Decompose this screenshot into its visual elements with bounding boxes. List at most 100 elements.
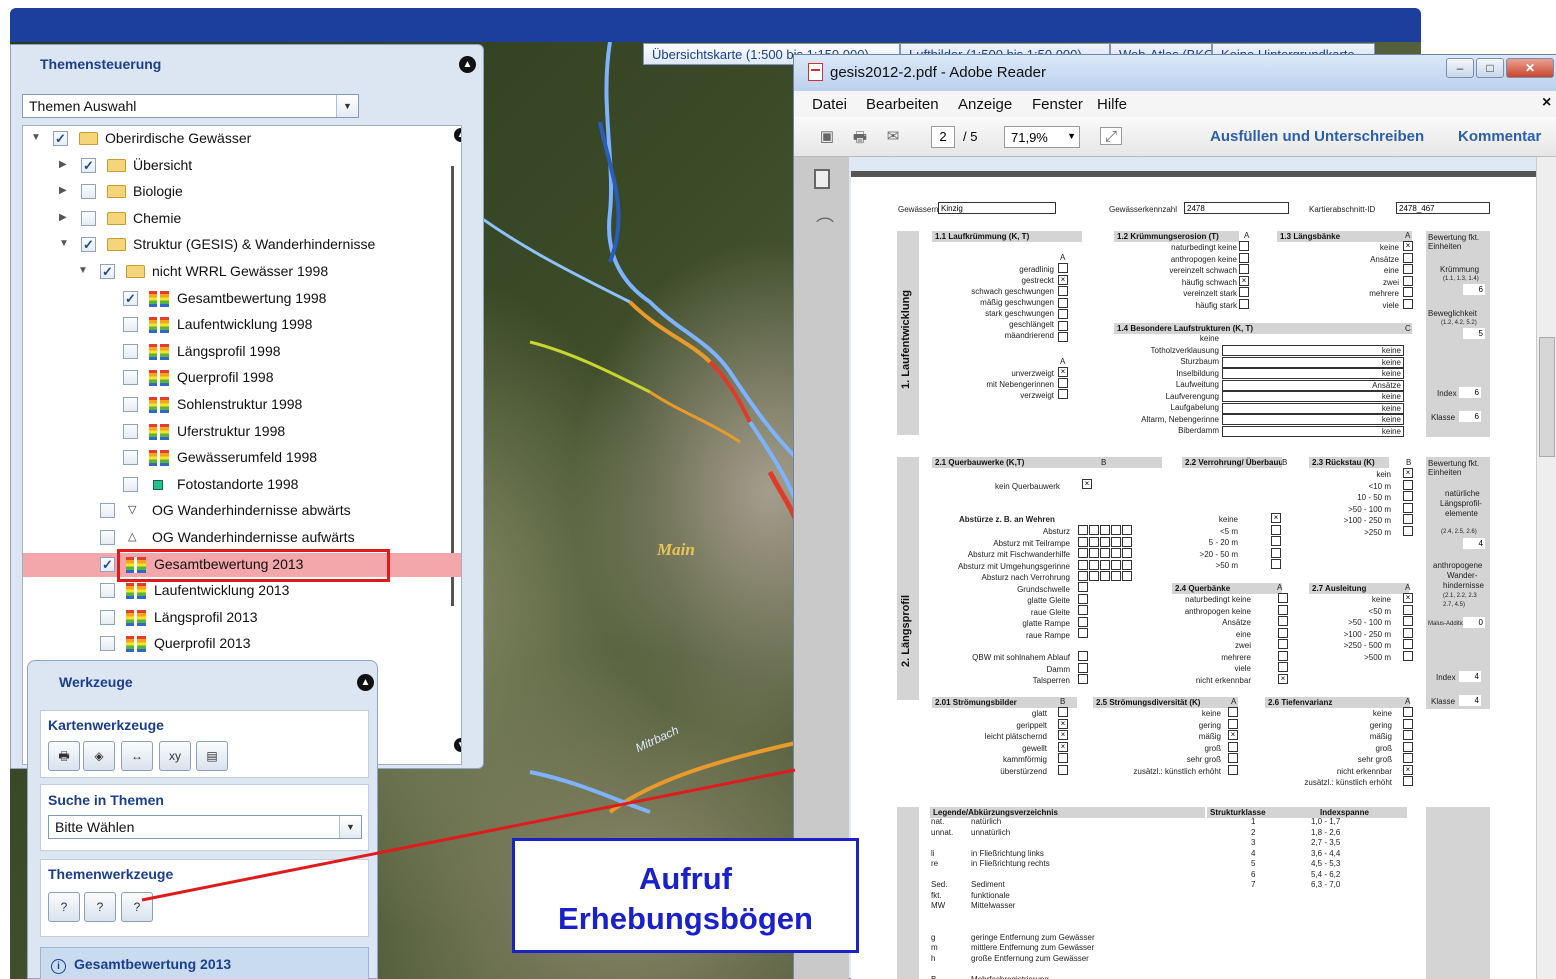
laufstrukturen-value[interactable]: keine	[1222, 414, 1404, 425]
menu-hilfe[interactable]: Hilfe	[1097, 96, 1127, 113]
tree-expand-arrow[interactable]: ▼	[78, 265, 88, 276]
form-checkbox[interactable]	[1403, 741, 1413, 752]
tree-expand-arrow[interactable]: ▼	[31, 132, 41, 143]
tree-row[interactable]: ▶ Chemie	[23, 207, 461, 231]
form-checkbox[interactable]	[1058, 263, 1068, 273]
export-icon[interactable]: ▤	[196, 741, 228, 771]
tree-checkbox[interactable]	[123, 397, 138, 412]
form-checkbox[interactable]	[1078, 582, 1088, 592]
tree-checkbox[interactable]	[123, 450, 138, 466]
form-checkbox[interactable]	[1078, 651, 1088, 661]
form-grid-cell[interactable]	[1089, 559, 1099, 570]
form-checkbox[interactable]: ×	[1058, 718, 1068, 729]
chevron-down-icon[interactable]: ▼	[1067, 131, 1076, 141]
form-checkbox[interactable]	[1078, 674, 1088, 684]
form-grid-cell[interactable]	[1100, 559, 1110, 570]
index-value[interactable]: 6	[1459, 387, 1481, 398]
tree-row[interactable]: Laufentwicklung 1998	[23, 313, 461, 337]
email-icon[interactable]: ✉	[882, 127, 904, 145]
form-checkbox[interactable]	[1228, 718, 1238, 729]
form-checkbox[interactable]	[1403, 514, 1413, 524]
form-checkbox[interactable]	[1403, 616, 1413, 626]
tree-checkbox[interactable]	[100, 503, 115, 519]
form-checkbox[interactable]	[1403, 479, 1413, 490]
form-grid-cell[interactable]	[1122, 548, 1132, 558]
form-grid-cell[interactable]	[1111, 536, 1121, 547]
form-checkbox[interactable]	[1278, 639, 1288, 649]
laufstrukturen-value[interactable]: keine	[1222, 345, 1404, 356]
form-checkbox[interactable]	[1278, 650, 1288, 661]
laufstrukturen-value[interactable]: keine	[1222, 368, 1404, 379]
form-checkbox[interactable]	[1403, 491, 1413, 501]
tree-row[interactable]: ▼ ✓ nicht WRRL Gewässer 1998	[23, 260, 461, 284]
form-checkbox[interactable]	[1403, 639, 1413, 649]
kruemmung-value[interactable]: 6	[1463, 284, 1485, 295]
form-checkbox[interactable]	[1271, 536, 1281, 546]
tree-checkbox[interactable]	[81, 210, 96, 226]
form-checkbox[interactable]	[1228, 707, 1238, 717]
tree-checkbox[interactable]: ✓	[100, 556, 115, 572]
tree-row[interactable]: ▽ OG Wanderhindernisse abwärts	[23, 499, 461, 523]
print-icon[interactable]: 🖶	[48, 741, 80, 771]
form-checkbox[interactable]	[1239, 252, 1249, 263]
form-checkbox[interactable]	[1058, 707, 1068, 717]
tree-row[interactable]: △ OG Wanderhindernisse aufwärts	[23, 526, 461, 550]
beweglichkeit-value[interactable]: 5	[1463, 328, 1485, 339]
tree-expand-arrow[interactable]: ▶	[59, 159, 67, 170]
form-checkbox[interactable]	[1078, 616, 1088, 627]
suche-select[interactable]: Bitte Wählen ▼	[48, 815, 362, 839]
help-icon[interactable]: ?	[48, 892, 80, 922]
form-checkbox[interactable]	[1078, 628, 1088, 638]
form-checkbox[interactable]	[1403, 525, 1413, 536]
form-grid-cell[interactable]	[1100, 536, 1110, 547]
form-checkbox[interactable]	[1403, 502, 1413, 513]
form-grid-cell[interactable]	[1111, 548, 1121, 558]
form-grid-cell[interactable]	[1122, 525, 1132, 535]
form-checkbox[interactable]	[1058, 389, 1068, 399]
form-checkbox[interactable]	[1403, 298, 1413, 309]
form-checkbox[interactable]	[1239, 298, 1249, 309]
laufstrukturen-value[interactable]: keine	[1222, 402, 1404, 414]
tree-row[interactable]: ▶ Biologie	[23, 180, 461, 204]
form-checkbox[interactable]	[1239, 241, 1249, 251]
form-checkbox[interactable]	[1271, 559, 1281, 569]
form-grid-cell[interactable]	[1089, 536, 1099, 547]
form-checkbox[interactable]	[1239, 264, 1249, 274]
form-checkbox[interactable]	[1403, 252, 1413, 263]
tree-expand-arrow[interactable]: ▼	[59, 238, 69, 249]
gewaesserkennzahl-field[interactable]: 2478	[1184, 202, 1289, 214]
form-checkbox[interactable]	[1058, 332, 1068, 342]
tree-checkbox[interactable]	[81, 184, 96, 200]
form-grid-cell[interactable]	[1111, 571, 1121, 581]
form-checkbox[interactable]	[1058, 309, 1068, 319]
form-checkbox[interactable]	[1278, 616, 1288, 626]
tree-row[interactable]: Uferstruktur 1998	[23, 420, 461, 444]
natuerliche-value[interactable]: 4	[1463, 538, 1485, 549]
form-checkbox[interactable]	[1403, 650, 1413, 661]
tree-checkbox[interactable]	[123, 317, 138, 333]
laufstrukturen-value[interactable]: Ansätze	[1222, 379, 1404, 391]
form-checkbox[interactable]	[1058, 378, 1068, 388]
tree-row[interactable]: Querprofil 2013	[23, 632, 461, 656]
tree-checkbox[interactable]	[100, 636, 115, 652]
pages-icon[interactable]	[814, 169, 830, 189]
tree-row[interactable]: ▼ ✓ Struktur (GESIS) & Wanderhindernisse	[23, 233, 461, 257]
form-grid-cell[interactable]	[1089, 571, 1099, 581]
gewaessername-field[interactable]: Kinzig	[938, 202, 1056, 214]
reader-scrollbar[interactable]	[1536, 157, 1556, 979]
form-grid-cell[interactable]	[1078, 571, 1088, 581]
tree-row[interactable]: ✓ Gesamtbewertung 1998	[23, 287, 461, 311]
index-value[interactable]: 4	[1459, 671, 1481, 682]
form-checkbox[interactable]	[1278, 662, 1288, 672]
form-grid-cell[interactable]	[1111, 525, 1121, 535]
form-checkbox[interactable]	[1403, 627, 1413, 638]
form-grid-cell[interactable]	[1100, 525, 1110, 535]
maximize-icon[interactable]: □	[1476, 58, 1504, 78]
close-icon[interactable]: ✕	[1506, 58, 1554, 78]
form-checkbox[interactable]: ×	[1403, 764, 1413, 775]
form-checkbox[interactable]	[1078, 662, 1088, 673]
form-grid-cell[interactable]	[1111, 559, 1121, 570]
fullscreen-icon[interactable]: ⤢	[1100, 127, 1122, 145]
tree-checkbox[interactable]	[123, 343, 138, 359]
info-bar[interactable]: i Gesamtbewertung 2013	[40, 947, 369, 979]
